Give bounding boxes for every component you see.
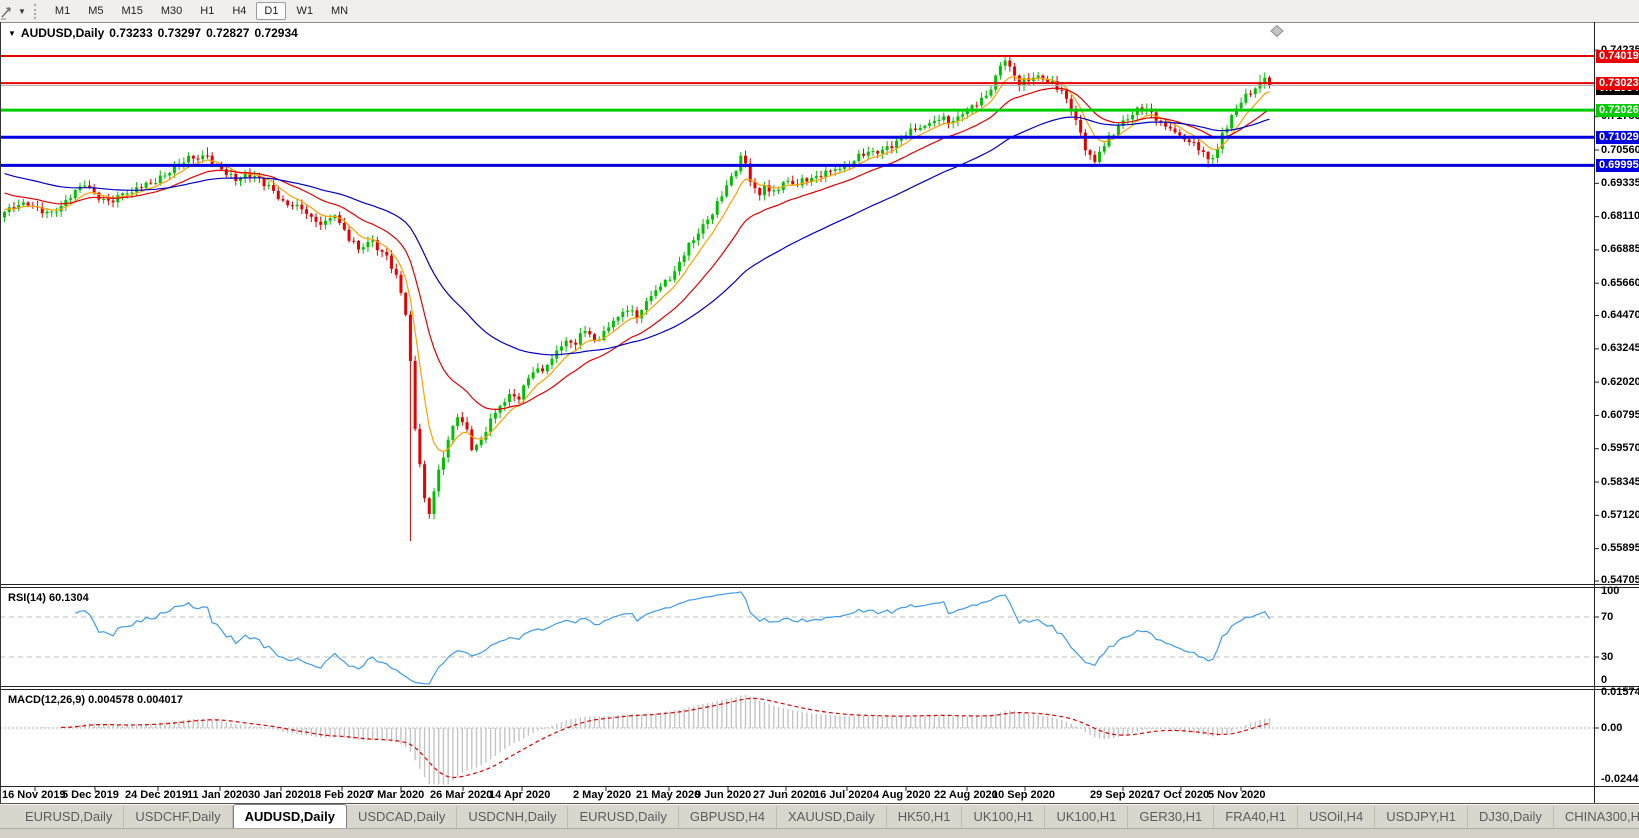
date-label: 17 Oct 2020 <box>1148 789 1210 801</box>
tab-china300-h1[interactable]: CHINA300,H1 <box>1554 806 1639 828</box>
chart-shift-marker-icon[interactable] <box>1270 24 1284 38</box>
date-label: 10 Sep 2020 <box>992 789 1055 801</box>
date-label: 16 Jul 2020 <box>814 789 873 801</box>
tab-usdjpy-h1[interactable]: USDJPY,H1 <box>1375 806 1469 828</box>
tab-audusd-daily[interactable]: AUDUSD,Daily <box>232 804 347 828</box>
tab-usdcad-daily[interactable]: USDCAD,Daily <box>347 806 458 828</box>
date-label: 4 Aug 2020 <box>873 789 931 801</box>
status-strip <box>0 828 1639 838</box>
date-label: 27 Jun 2020 <box>753 789 816 801</box>
tab-usoil-h4[interactable]: USOil,H4 <box>1298 806 1376 828</box>
macd-histogram <box>41 695 1271 785</box>
tab-gbpusd-h4[interactable]: GBPUSD,H4 <box>679 806 778 828</box>
tab-fra40-h1[interactable]: FRA40,H1 <box>1214 806 1298 828</box>
rsi-indicator-label: RSI(14) 60.1304 <box>8 592 89 604</box>
ohlc-high: 0.73297 <box>157 26 202 40</box>
chart-title: ▼ AUDUSD,Daily 0.73233 0.73297 0.72827 0.7293… <box>8 26 303 40</box>
tab-dj30-daily[interactable]: DJ30,Daily <box>1468 806 1554 828</box>
date-label: 11 Jan 2020 <box>187 789 249 801</box>
tab-uk100-h1[interactable]: UK100,H1 <box>1045 806 1129 828</box>
symbol-dropdown-icon[interactable]: ▼ <box>8 29 16 38</box>
rsi-line <box>75 591 1270 685</box>
date-label: 24 Dec 2019 <box>125 789 188 801</box>
tab-usdcnh-daily[interactable]: USDCNH,Daily <box>457 806 569 828</box>
chart-canvas[interactable] <box>0 0 1639 838</box>
date-label: 22 Aug 2020 <box>934 789 998 801</box>
date-label: 21 May 2020 <box>636 789 701 801</box>
chart-symbol: AUDUSD,Daily <box>20 26 105 40</box>
tab-usdchf-daily[interactable]: USDCHF,Daily <box>124 806 233 828</box>
date-label: 29 Sep 2020 <box>1090 789 1153 801</box>
ohlc-close: 0.72934 <box>254 26 298 40</box>
chart-tabs: EURUSD,Daily USDCHF,Daily AUDUSD,Daily USDC… <box>0 804 1639 828</box>
date-label: 9 Jun 2020 <box>695 789 752 801</box>
date-label: 5 Nov 2020 <box>1208 789 1266 801</box>
date-label: 5 Dec 2019 <box>62 789 119 801</box>
date-label: 16 Nov 2019 <box>2 789 66 801</box>
tab-uk100-h1[interactable]: UK100,H1 <box>962 806 1046 828</box>
ohlc-open: 0.73233 <box>109 26 153 40</box>
tab-eurusd-daily[interactable]: EURUSD,Daily <box>14 806 125 828</box>
mt4-window: ▼ M1 M5 M15 M30 H1 H4 D1 W1 MN ▼ AUDUSD,Daily 0.73… <box>0 0 1639 838</box>
tab-eurusd-daily[interactable]: EURUSD,Daily <box>568 806 679 828</box>
macd-signal-line <box>61 697 1270 779</box>
date-label: 7 Mar 2020 <box>368 789 425 801</box>
date-label: 30 Jan 2020 <box>248 789 310 801</box>
date-label: 14 Apr 2020 <box>489 789 551 801</box>
tab-ger30-h1[interactable]: GER30,H1 <box>1128 806 1215 828</box>
candlestick-series <box>3 55 1271 542</box>
ma-fast-line <box>4 76 1270 453</box>
tab-xauusd-daily[interactable]: XAUUSD,Daily <box>777 806 887 828</box>
date-label: 26 Mar 2020 <box>430 789 493 801</box>
macd-indicator-label: MACD(12,26,9) 0.004578 0.004017 <box>8 694 183 706</box>
date-label: 2 May 2020 <box>573 789 632 801</box>
ohlc-low: 0.72827 <box>206 26 250 40</box>
date-label: 18 Feb 2020 <box>309 789 372 801</box>
tab-hk50-h1[interactable]: HK50,H1 <box>887 806 963 828</box>
